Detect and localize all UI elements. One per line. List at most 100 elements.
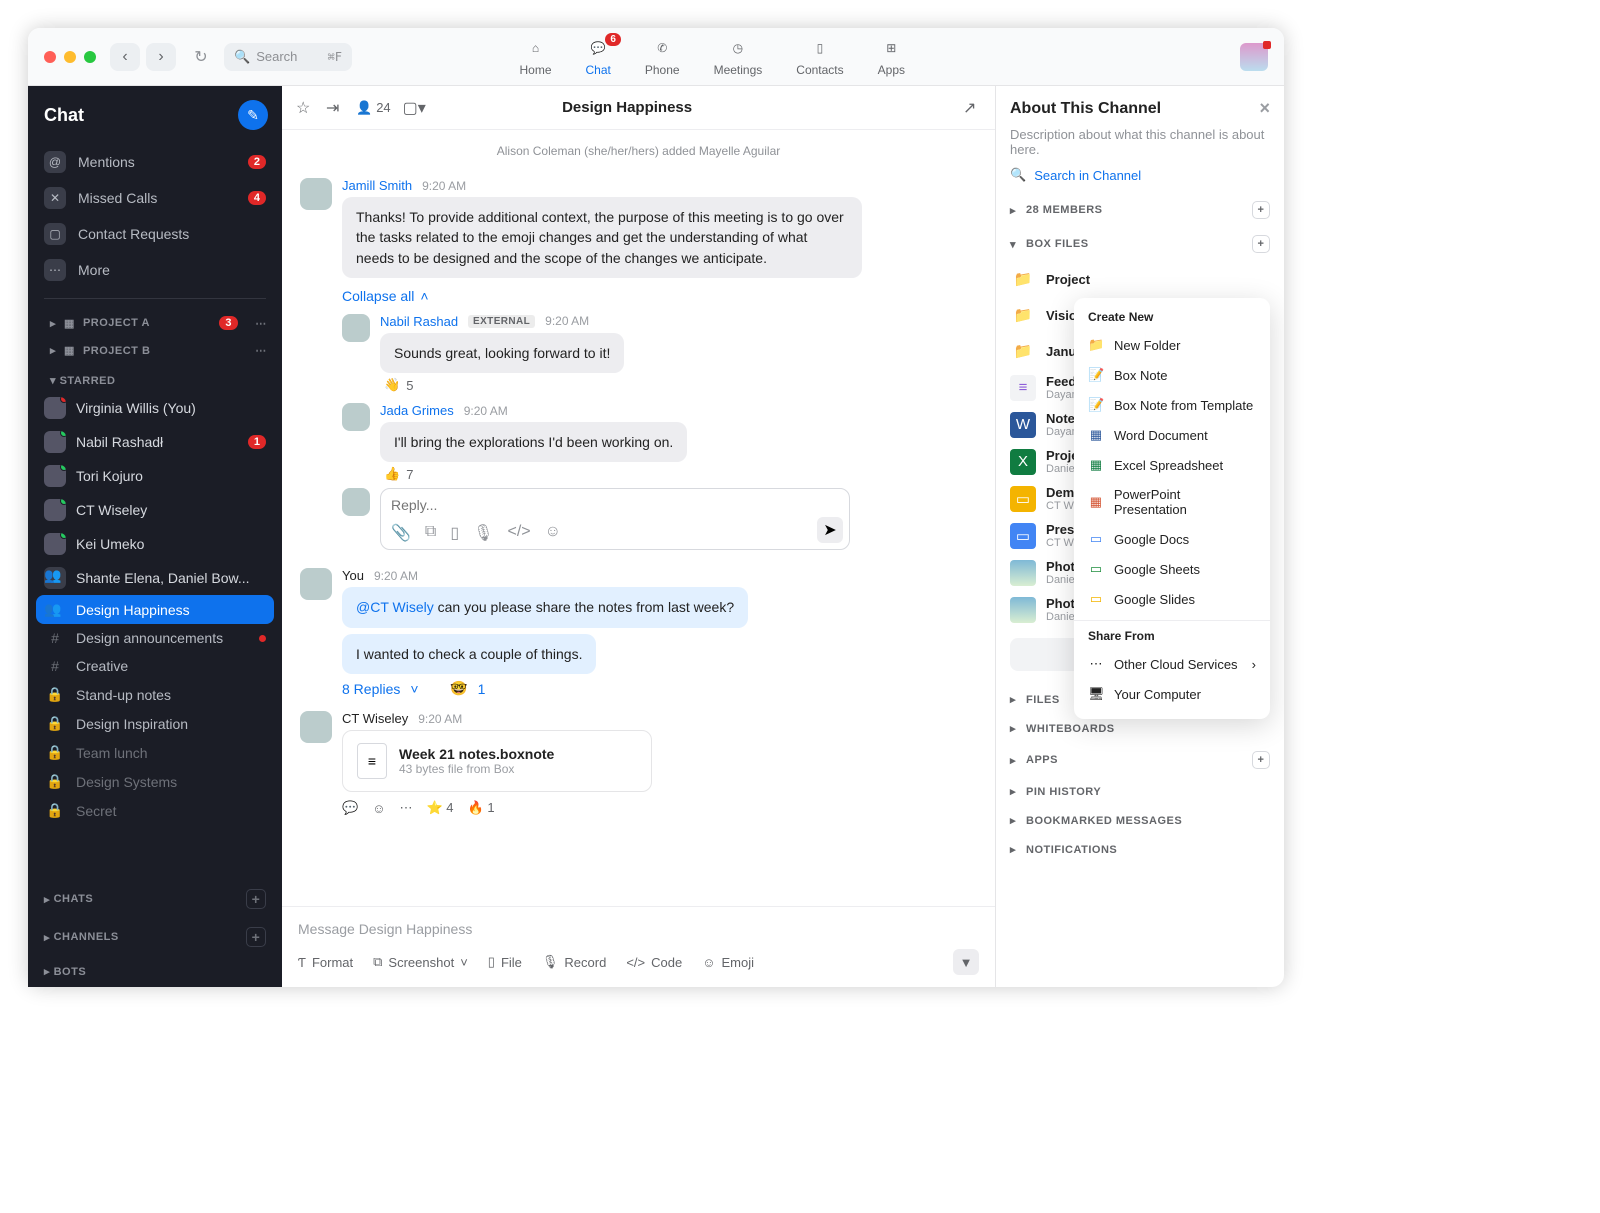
sidebar-channel-inspiration[interactable]: 🔒Design Inspiration [28, 709, 282, 738]
sidebar-mentions[interactable]: @Mentions2 [28, 144, 282, 180]
chevron-down-icon[interactable]: ˅ [460, 955, 468, 970]
nav-forward-button[interactable]: › [146, 43, 176, 71]
code-icon[interactable]: </> [507, 523, 530, 543]
format-button[interactable]: ƬFormat [298, 955, 353, 970]
add-app-button[interactable]: + [1252, 751, 1270, 769]
sidebar-more[interactable]: ⋯More [28, 252, 282, 288]
menu-box-note[interactable]: 📝Box Note [1074, 360, 1270, 390]
reaction[interactable]: 👋5 [384, 377, 977, 393]
mic-icon[interactable]: 🎙 [473, 523, 493, 543]
replies-link[interactable]: 8 Replies˅ 🤓 1 [342, 680, 977, 697]
section-bots[interactable]: ▸ BOTS [28, 956, 282, 987]
star-icon[interactable]: ☆ [296, 98, 314, 118]
add-channel-button[interactable]: + [246, 927, 266, 947]
screenshot-icon[interactable]: ⧉ [425, 523, 436, 543]
collapse-all-button[interactable]: Collapse all ˄ [342, 288, 977, 304]
author-name[interactable]: CT Wiseley [342, 711, 408, 726]
popout-icon[interactable]: ↗ [963, 98, 981, 118]
nav-phone[interactable]: ✆Phone [645, 37, 680, 77]
attach-icon[interactable]: 📎 [391, 523, 411, 543]
menu-new-folder[interactable]: 📁New Folder [1074, 330, 1270, 360]
menu-box-note-template[interactable]: 📝Box Note from Template [1074, 390, 1270, 420]
file-button[interactable]: ▯File [488, 954, 522, 970]
pin-history-accordion[interactable]: ▸PIN HISTORY [1010, 777, 1270, 806]
code-button[interactable]: </>Code [626, 955, 682, 970]
video-icon[interactable]: ▢▾ [403, 98, 421, 118]
sidebar-missed-calls[interactable]: ✕Missed Calls4 [28, 180, 282, 216]
fire-reaction[interactable]: 🔥 1 [468, 800, 495, 816]
avatar[interactable] [342, 403, 370, 431]
react-icon[interactable]: ☺ [372, 801, 385, 816]
history-button[interactable]: ↻ [186, 43, 216, 71]
search-in-channel[interactable]: 🔍Search in Channel [1010, 167, 1270, 183]
star-reaction[interactable]: ⭐ 4 [426, 800, 453, 816]
add-member-button[interactable]: + [1252, 201, 1270, 219]
author-name[interactable]: Nabil Rashad [380, 314, 458, 329]
nerd-emoji-icon[interactable]: 🤓 [450, 680, 467, 697]
box-folder[interactable]: 📁Project [1010, 261, 1270, 297]
screenshot-button[interactable]: ⧉Screenshot ˅ [373, 954, 468, 970]
reply-icon[interactable]: 💬 [342, 800, 358, 816]
menu-gslides[interactable]: ▭Google Slides [1074, 584, 1270, 614]
menu-gsheets[interactable]: ▭Google Sheets [1074, 554, 1270, 584]
move-folder-icon[interactable]: ⇥ [326, 98, 344, 118]
menu-gdocs[interactable]: ▭Google Docs [1074, 524, 1270, 554]
maximize-window-icon[interactable] [84, 51, 96, 63]
reply-input[interactable] [391, 497, 839, 513]
kebab-icon[interactable]: ⋯ [252, 344, 270, 357]
menu-your-computer[interactable]: 🖥Your Computer [1074, 679, 1270, 709]
file-attachment[interactable]: ≡ Week 21 notes.boxnote43 bytes file fro… [342, 730, 652, 792]
kebab-icon[interactable]: ⋯ [252, 317, 270, 330]
nav-contacts[interactable]: ▯Contacts [796, 37, 843, 77]
sidebar-project-b[interactable]: ▸▦PROJECT B⋯ [28, 337, 282, 364]
add-chat-button[interactable]: + [246, 889, 266, 909]
minimize-window-icon[interactable] [64, 51, 76, 63]
search-input[interactable]: 🔍 Search ⌘F [224, 43, 352, 71]
notifications-accordion[interactable]: ▸NOTIFICATIONS [1010, 835, 1270, 864]
section-channels[interactable]: ▸ CHANNELS+ [28, 918, 282, 956]
sidebar-contact-requests[interactable]: ▢Contact Requests [28, 216, 282, 252]
sidebar-channel-standup[interactable]: 🔒Stand-up notes [28, 680, 282, 709]
bookmarked-accordion[interactable]: ▸BOOKMARKED MESSAGES [1010, 806, 1270, 835]
menu-word[interactable]: ▦Word Document [1074, 420, 1270, 450]
thread-reply-input[interactable]: 📎 ⧉ ▯ 🎙 </> ☺ ➤ [380, 488, 850, 550]
sidebar-dm-tori[interactable]: Tori Kojuro [28, 459, 282, 493]
composer-input[interactable]: Message Design Happiness [298, 917, 979, 949]
close-panel-button[interactable]: × [1259, 98, 1270, 119]
sidebar-channel-design-systems[interactable]: 🔒Design Systems [28, 767, 282, 796]
emoji-button[interactable]: ☺Emoji [702, 955, 754, 970]
close-window-icon[interactable] [44, 51, 56, 63]
record-button[interactable]: 🎙Record [542, 954, 606, 970]
nav-back-button[interactable]: ‹ [110, 43, 140, 71]
sidebar-dm-virginia[interactable]: Virginia Willis (You) [28, 391, 282, 425]
apps-accordion[interactable]: ▸APPS+ [1010, 743, 1270, 777]
reaction[interactable]: 👍7 [384, 466, 977, 482]
nav-apps[interactable]: ⊞Apps [878, 37, 905, 77]
avatar[interactable] [300, 178, 332, 210]
sidebar-dm-nabil[interactable]: Nabil Rashadł1 [28, 425, 282, 459]
emoji-icon[interactable]: ☺ [545, 523, 561, 543]
add-file-button[interactable]: + [1252, 235, 1270, 253]
avatar[interactable] [300, 711, 332, 743]
filter-button[interactable]: ▼ [953, 949, 979, 975]
menu-powerpoint[interactable]: ▦PowerPoint Presentation [1074, 480, 1270, 524]
window-controls[interactable] [44, 51, 96, 63]
sidebar-channel-design-happiness[interactable]: 👥Design Happiness [36, 595, 274, 624]
sidebar-channel-creative[interactable]: #Creative [28, 652, 282, 680]
sidebar-project-a[interactable]: ▸▦PROJECT A3⋯ [28, 309, 282, 337]
members-accordion[interactable]: ▸28 MEMBERS+ [1010, 193, 1270, 227]
nav-meetings[interactable]: ◷Meetings [714, 37, 763, 77]
starred-header[interactable]: ▾ STARRED [28, 364, 282, 391]
profile-avatar[interactable] [1240, 43, 1268, 71]
sidebar-channel-lunch[interactable]: 🔒Team lunch [28, 738, 282, 767]
avatar[interactable] [342, 314, 370, 342]
compose-button[interactable]: ✎ [238, 100, 268, 130]
nav-home[interactable]: ⌂Home [520, 37, 552, 77]
menu-excel[interactable]: ▦Excel Spreadsheet [1074, 450, 1270, 480]
sidebar-group-dm[interactable]: 👥Shante Elena, Daniel Bow... [28, 561, 282, 595]
section-chats[interactable]: ▸ CHATS+ [28, 880, 282, 918]
mention[interactable]: @CT Wisely [356, 599, 434, 615]
more-icon[interactable]: ⋯ [399, 800, 412, 816]
author-name[interactable]: Jamill Smith [342, 178, 412, 193]
sidebar-dm-kei[interactable]: Kei Umeko [28, 527, 282, 561]
